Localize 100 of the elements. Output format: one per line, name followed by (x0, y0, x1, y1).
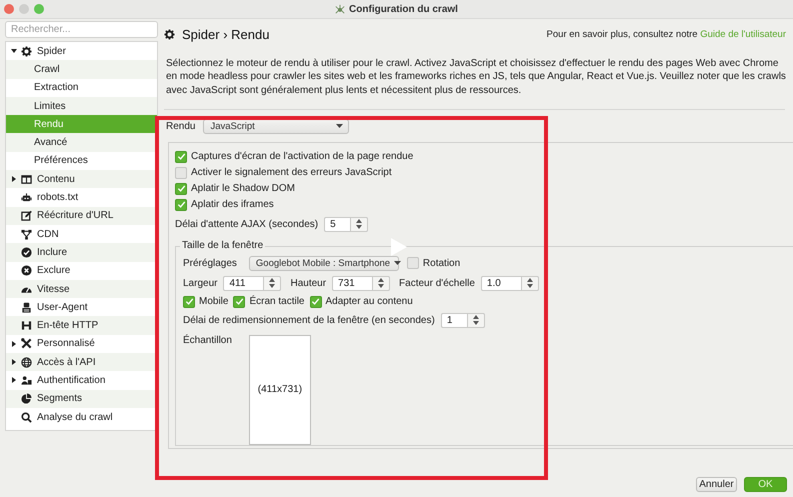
field-label: Largeur (183, 278, 218, 289)
up-arrow-icon (356, 219, 362, 224)
globe-icon (21, 356, 32, 368)
tree-item[interactable]: Crawl (6, 60, 157, 79)
play-icon (391, 238, 407, 256)
tree-item[interactable]: Spider (6, 42, 157, 60)
columns-icon (21, 174, 32, 185)
checkbox-label: Mobile (199, 296, 228, 308)
tree-item[interactable]: Extraction (6, 78, 157, 97)
dropdown[interactable]: Googlebot Mobile : Smartphone (248, 256, 399, 271)
tree-item[interactable]: Inclure (6, 243, 157, 262)
tree-item[interactable]: CDN (6, 224, 157, 244)
heading-icon (21, 320, 32, 332)
checkbox-label: Écran tactile (249, 296, 304, 308)
caret-icon (394, 261, 402, 266)
edit-icon (21, 210, 32, 222)
preview-size: (411x731) (258, 384, 302, 396)
help-text: Pour en savoir plus, consultez notre Guide de l'utilisateur (546, 28, 786, 40)
number-field[interactable]: 731 (332, 276, 372, 291)
field-label: Échantillon (183, 334, 232, 346)
stepper-buttons[interactable] (263, 276, 282, 291)
tree-item[interactable]: Préférences (6, 152, 157, 170)
tree-item[interactable]: Accès à l'API (6, 353, 157, 372)
checkbox[interactable] (183, 296, 195, 308)
tree-item[interactable]: Exclure (6, 262, 157, 280)
checkbox-label: Captures d'écran de l'activation de la page rendue (191, 151, 414, 162)
field-label: Rendu (166, 120, 196, 132)
checkbox-label: Aplatir le Shadow DOM (191, 183, 295, 194)
expand-arrow-icon[interactable] (11, 176, 17, 182)
number-field[interactable]: 1.0 (480, 276, 521, 291)
network-icon (21, 228, 32, 240)
expand-arrow-icon[interactable] (11, 359, 17, 366)
tree-item[interactable]: Contenu (6, 170, 157, 188)
gear-icon (21, 46, 32, 57)
tree-item[interactable]: Vitesse (6, 280, 157, 298)
checkbox-label: Aplatir des iframes (191, 199, 274, 210)
check-icon (184, 297, 194, 306)
tree-item[interactable]: En-tête HTTP (6, 316, 157, 335)
tools-icon (21, 338, 32, 350)
cancel-button[interactable]: Annuler (696, 477, 737, 492)
check-icon (234, 297, 244, 306)
down-arrow-icon (472, 321, 479, 326)
collapse-arrow-icon[interactable] (11, 48, 17, 54)
down-arrow-icon (356, 225, 362, 230)
window-title: Configuration du crawl (349, 4, 458, 14)
checkbox-label: Activer le signalement des erreurs JavaScript (191, 167, 392, 178)
up-arrow-icon (269, 278, 276, 282)
expand-arrow-icon[interactable] (11, 377, 17, 384)
number-field[interactable]: 411 (223, 276, 264, 291)
check-circle-icon (21, 246, 32, 258)
tree-item[interactable]: Réécriture d'URL (6, 206, 157, 225)
checkbox-label: Rotation (422, 258, 460, 269)
checkbox[interactable] (310, 296, 322, 308)
checkbox[interactable] (406, 257, 419, 270)
checkbox-label: Adapter au contenu (326, 296, 413, 308)
up-arrow-icon (472, 315, 479, 320)
check-icon (311, 297, 320, 306)
check-icon (176, 152, 186, 162)
down-arrow-icon (526, 284, 533, 288)
tree-item[interactable]: Segments (6, 390, 157, 408)
tree-item[interactable]: User-Agent (6, 298, 157, 316)
field-label: Délai de redimensionnement de la fenêtre (en secondes) (183, 314, 435, 326)
up-arrow-icon (526, 278, 533, 282)
checkbox[interactable] (175, 182, 187, 195)
down-arrow-icon (269, 284, 276, 288)
tree-item[interactable]: Authentification (6, 371, 157, 390)
down-arrow-icon (378, 284, 384, 288)
field-label: Délai d'attente AJAX (secondes) (175, 218, 318, 230)
stepper-buttons[interactable] (372, 276, 390, 291)
expand-arrow-icon[interactable] (11, 340, 17, 347)
field-label: Préréglages (183, 258, 237, 269)
tree-item[interactable]: Analyse du crawl (6, 408, 157, 426)
caret-icon (336, 124, 344, 128)
field-label: Hauteur (290, 278, 326, 289)
search-field[interactable]: Rechercher... (5, 21, 158, 38)
users-icon (21, 374, 32, 386)
up-arrow-icon (378, 278, 384, 282)
field-label: Facteur d'échelle (399, 278, 475, 289)
tree-item[interactable]: Limites (6, 96, 157, 116)
stepper-buttons[interactable] (466, 312, 485, 328)
pie-chart-icon (21, 393, 32, 404)
tree-item[interactable]: Avancé (6, 133, 157, 152)
checkbox[interactable] (233, 296, 246, 308)
search-icon (21, 412, 32, 423)
tree-item[interactable]: Personnalisé (6, 334, 157, 354)
checkbox[interactable] (175, 166, 187, 179)
description: Sélectionnez le moteur de rendu à utiliser pour le crawl. Activez JavaScript et choisissez d'effectuer le rendu des pages Web avec Chrome en mode headless pour crawler les sites web et les frameworks riches en JS, tels que Angular, React et Vue.js. Veuillez noter que les crawls avec JavaScript sont généralement plus lents et nécessitent plus de ressources. (166, 57, 787, 97)
checkbox[interactable] (175, 198, 187, 211)
stepper-buttons[interactable] (350, 216, 368, 232)
tree-item[interactable]: robots.txt (6, 188, 157, 207)
number-field[interactable]: 5 (324, 216, 350, 232)
stepper-buttons[interactable] (520, 276, 539, 291)
zoom-button[interactable] (34, 4, 44, 14)
group-title: Taille de la fenêtre (180, 240, 266, 251)
number-field[interactable]: 1 (440, 312, 467, 328)
gear-icon (164, 28, 175, 40)
close-button[interactable] (4, 4, 14, 14)
checkbox[interactable] (175, 150, 187, 163)
breadcrumb: Spider › Rendu (182, 26, 270, 42)
spider-icon (335, 4, 346, 14)
